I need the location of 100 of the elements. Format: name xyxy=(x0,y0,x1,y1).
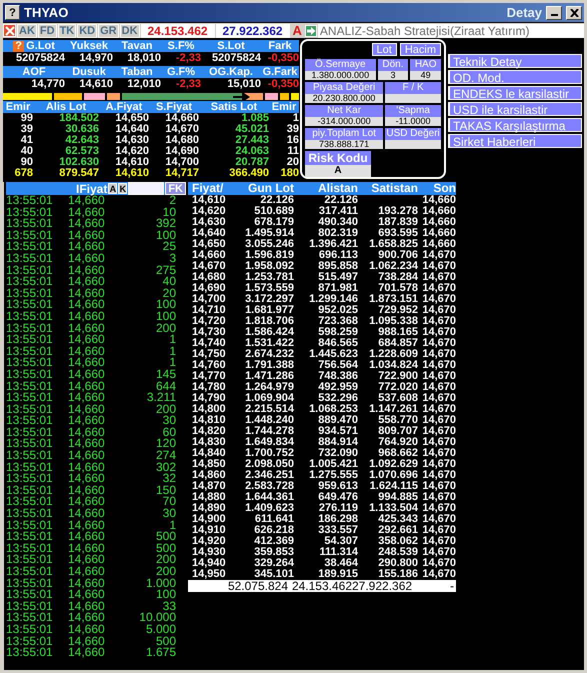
table-cell-text: 2.346.251 xyxy=(244,470,294,481)
trade-quantity: 1 xyxy=(169,334,176,346)
table-cell-text: 345.101 xyxy=(253,569,294,580)
table-cell-text: 14,670 xyxy=(421,481,456,492)
table-cell-text: 39 xyxy=(20,124,33,135)
table-cell-text: 14,670 xyxy=(421,459,456,470)
column-header: Tavan xyxy=(120,40,154,52)
table-cell-text: 1.958.092 xyxy=(244,261,294,272)
field-label: Piyasa Değeri xyxy=(305,82,384,94)
trade-quantity: 274 xyxy=(154,450,176,462)
trade-price: 14,660 xyxy=(68,357,106,369)
menu-item[interactable]: ENDEKS le karsilastir xyxy=(448,86,582,100)
trade-time: 13:55:01 xyxy=(6,462,54,474)
table-cell-text: 14,850 xyxy=(191,459,227,470)
table-cell-text: 14,670 xyxy=(421,525,456,536)
table-cell-text: 1.095.338 xyxy=(368,316,418,327)
trade-time: 13:55:01 xyxy=(6,195,54,207)
column-header: Gun Lot xyxy=(247,182,294,195)
table-cell-text: 934.571 xyxy=(317,426,358,437)
trade-price: 14,660 xyxy=(68,520,106,532)
toolbar-tab[interactable]: FD xyxy=(38,24,57,38)
table-cell-text: 1.586.424 xyxy=(244,327,294,338)
go-button[interactable] xyxy=(304,24,317,36)
table-cell-text: 959.613 xyxy=(317,481,358,492)
filter-button[interactable]: FK xyxy=(165,182,186,195)
table-cell-text: 14,670 xyxy=(421,382,456,393)
table-cell-text: 14,930 xyxy=(191,547,227,558)
trade-quantity: 32 xyxy=(162,473,176,485)
trade-price: 14,660 xyxy=(68,334,106,346)
trade-quantity: 33 xyxy=(162,600,176,612)
field-value: 1.380.000.000 xyxy=(305,71,376,80)
close-button[interactable] xyxy=(566,6,582,20)
sort-button[interactable]: K xyxy=(118,183,128,194)
trade-price: 14,660 xyxy=(68,276,106,288)
toolbar-tab[interactable]: AK xyxy=(17,24,37,38)
trade-price: 14,660 xyxy=(68,380,106,392)
table-cell-text: 1.409.623 xyxy=(244,503,294,514)
trade-price: 14,660 xyxy=(68,310,106,323)
table-cell-text: 696.113 xyxy=(318,250,358,261)
table-cell-text: 14,750 xyxy=(191,349,227,360)
sort-button[interactable]: A xyxy=(108,183,118,194)
trade-time: 13:55:01 xyxy=(6,299,54,311)
trade-quantity: 5.000 xyxy=(144,624,176,636)
stat-value: 14,970 xyxy=(78,52,113,65)
trade-quantity: 302 xyxy=(154,462,176,474)
trade-time: 13:55:01 xyxy=(6,438,54,450)
table-cell-text: 968.662 xyxy=(377,448,418,459)
table-cell-text: 16 xyxy=(286,135,299,146)
trade-time: 13:55:01 xyxy=(6,392,54,404)
table-cell-text: 14,670 xyxy=(421,415,456,426)
column-header: Fiyat/ xyxy=(191,182,224,195)
menu-item[interactable]: USD ile karsilastir xyxy=(448,102,582,116)
table-cell-text: 1.681.977 xyxy=(244,305,294,316)
table-cell-text: 99 xyxy=(20,113,33,124)
table-cell-text: 14,740 xyxy=(191,338,227,349)
table-cell-text: 14,670 xyxy=(421,272,456,283)
table-cell-text: 729.952 xyxy=(377,305,418,316)
menu-item[interactable]: OD. Mod. xyxy=(448,70,582,84)
trade-quantity: 30 xyxy=(162,415,176,427)
toolbar-tab[interactable]: TK xyxy=(58,24,76,38)
table-cell-text: 3.172.297 xyxy=(244,294,294,305)
news-headline[interactable]: ANALIZ-Sabah Stratejisi(Ziraat Yatırım) xyxy=(318,24,584,38)
trade-price: 14,660 xyxy=(68,508,106,520)
unit-button[interactable]: Lot xyxy=(372,43,397,56)
column-header: S.Lot xyxy=(216,40,246,52)
table-cell-text: 90 xyxy=(20,157,33,168)
unit-button[interactable]: Hacim xyxy=(400,43,441,56)
help-icon[interactable]: ? xyxy=(5,5,20,20)
table-cell-text: 20 xyxy=(286,157,299,168)
table-cell-text: 14,620 xyxy=(114,146,149,157)
help-icon[interactable]: ? xyxy=(13,41,24,52)
toolbar-tab[interactable]: DK xyxy=(120,24,140,38)
menu-item[interactable]: TAKAS Karşılaştırma xyxy=(448,118,582,132)
menu-item[interactable]: Sirket Haberleri xyxy=(448,134,582,148)
filter-field[interactable] xyxy=(128,182,164,195)
trade-price: 14,660 xyxy=(68,218,106,230)
table-cell-text: 722.900 xyxy=(377,371,418,382)
menu-item[interactable]: Teknik Detay xyxy=(448,54,582,68)
minimize-button[interactable] xyxy=(546,6,562,20)
trade-price: 14,660 xyxy=(68,578,106,590)
trade-quantity: 100 xyxy=(154,230,176,242)
toolbar-tab[interactable]: GR xyxy=(98,24,119,38)
trade-price: 14,660 xyxy=(68,206,106,218)
table-cell-text: 2.215.514 xyxy=(244,404,294,415)
total-cell-text: 678 xyxy=(14,168,33,179)
table-cell-text: 1.700.752 xyxy=(244,448,294,459)
table-cell-text: 14,670 xyxy=(421,283,456,294)
field-value: -11.0000 xyxy=(385,117,441,126)
table-cell-text: 14,660 xyxy=(421,228,456,239)
trade-quantity: 145 xyxy=(154,368,176,380)
toolbar-tab[interactable]: KD xyxy=(77,24,98,38)
table-cell-text: 515.497 xyxy=(317,272,358,283)
table-cell-text: 1.573.559 xyxy=(244,283,294,294)
table-cell-text: 701.578 xyxy=(377,283,418,294)
trade-price: 14,660 xyxy=(68,496,106,508)
table-cell-text: 14,830 xyxy=(191,437,227,448)
table-cell-text: 412.369 xyxy=(253,536,294,547)
stat-value: 14,770 xyxy=(30,78,65,91)
table-cell-text: 1.396.421 xyxy=(308,239,358,250)
table-cell-text: 14,650 xyxy=(191,239,227,250)
